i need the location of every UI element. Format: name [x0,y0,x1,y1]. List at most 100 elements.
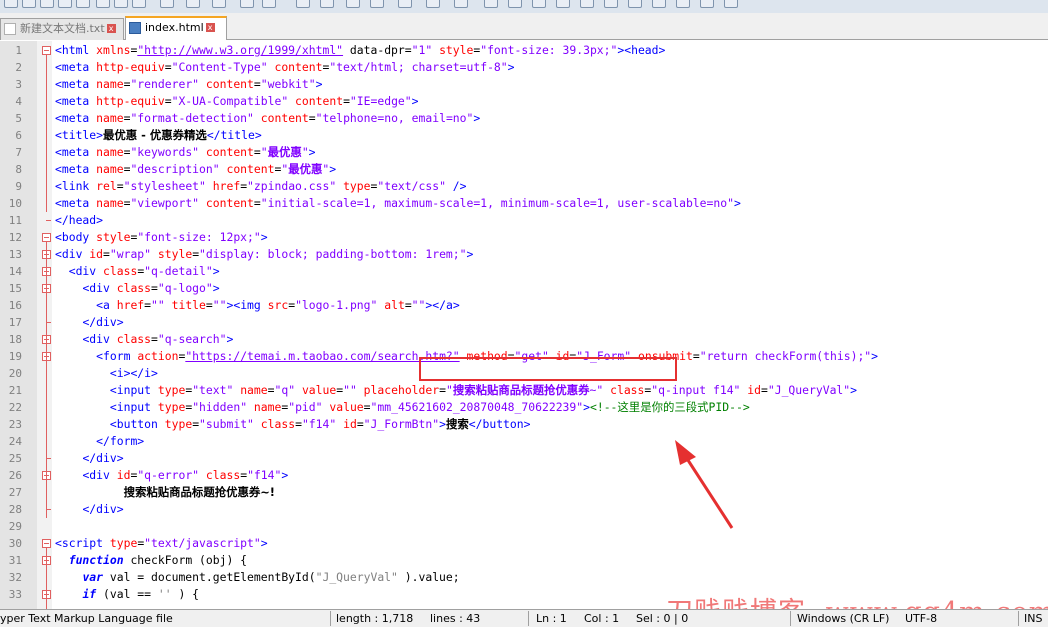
fold-toggle-icon[interactable] [42,46,51,55]
code-token: name [253,400,282,414]
toolbar-button-icon[interactable] [160,0,174,8]
code-token: <div [55,247,90,261]
toolbar-button-icon[interactable] [604,0,618,8]
toolbar-button-icon[interactable] [212,0,226,8]
toolbar-button-icon[interactable] [652,0,666,8]
toolbar-button-icon[interactable] [628,0,642,8]
toolbar-button-icon[interactable] [22,0,36,8]
code-token: = [343,94,350,108]
code-token: <input [109,383,158,397]
toolbar-button-icon[interactable] [240,0,254,8]
fold-toggle-icon[interactable] [42,539,51,548]
code-line: <button type="submit" class="f14" id="J_… [55,416,531,433]
toolbar-button-icon[interactable] [96,0,110,8]
status-file-type: yper Text Markup Language file [0,612,173,625]
status-eol: Windows (CR LF) [797,612,890,625]
close-tab-icon[interactable]: x [205,23,215,32]
code-token: <script [55,536,110,550]
line-number: 3 [15,78,22,91]
line-number: 21 [8,384,22,397]
toolbar-button-icon[interactable] [580,0,594,8]
toolbar-button-icon[interactable] [724,0,738,8]
code-token: "f14" [301,417,337,431]
code-token: type [157,400,186,414]
code-token: name [96,111,124,125]
toolbar-button-icon[interactable] [4,0,18,8]
fold-toggle-icon[interactable] [42,233,51,242]
code-token: = [151,332,158,346]
code-line: function checkForm (obj) { [55,552,247,569]
code-token: id [116,468,131,482]
code-token: > [308,145,316,159]
code-token: "description" [130,162,220,176]
code-token: = [692,349,700,363]
code-token: </head> [55,213,104,227]
toolbar-button-icon[interactable] [76,0,90,8]
tab-label: 新建文本文档.txt [20,22,105,35]
code-token: style [439,43,474,57]
status-ln: Ln : 1 [536,612,567,625]
code-token: = [363,400,371,414]
line-number: 9 [15,180,22,193]
tab-index-html[interactable]: index.html x [125,16,227,40]
code-token: "zpindao.css" [247,179,337,193]
code-token: 搜索 [445,417,469,431]
code-token: "" [151,298,165,312]
line-number: 25 [8,452,22,465]
close-tab-icon[interactable]: x [106,24,116,33]
toolbar-button-icon[interactable] [262,0,276,8]
toolbar-button-icon[interactable] [40,0,54,8]
code-line: <meta http-equiv="X-UA-Compatible" conte… [55,93,419,110]
toolbar-button-icon[interactable] [114,0,128,8]
toolbar-button-icon[interactable] [320,0,334,8]
toolbar-button-icon[interactable] [398,0,412,8]
toolbar-button-icon[interactable] [532,0,546,8]
code-token: </div> [82,451,124,465]
code-line: </div> [55,501,123,518]
code-line: <div class="q-search"> [55,331,233,348]
toolbar-button-icon[interactable] [484,0,498,8]
toolbar-button-icon[interactable] [346,0,360,8]
toolbar-button-icon[interactable] [676,0,690,8]
toolbar-button-icon[interactable] [132,0,146,8]
code-token: id [89,247,104,261]
code-token: = [356,417,364,431]
code-token: "q-search" [157,332,227,346]
line-number: 31 [8,554,22,567]
code-token: "X-UA-Compatible" [171,94,289,108]
code-editor[interactable]: 1 <html xmlns="http://www.w3.org/1999/xht… [0,41,1048,609]
code-token: = [205,298,213,312]
toolbar-button-icon[interactable] [508,0,522,8]
code-line: <a href="" title=""><img src="logo-1.png… [55,297,460,314]
toolbar-button-icon[interactable] [426,0,440,8]
tab-new-text-document[interactable]: 新建文本文档.txt x [0,18,124,40]
toolbar-button-icon[interactable] [58,0,72,8]
tab-bar: 新建文本文档.txt x index.html x [0,13,1048,40]
code-token: "q" [274,383,296,397]
code-token: "font-size: 12px;" [137,230,261,244]
toolbar-button-icon[interactable] [700,0,714,8]
toolbar-button-icon[interactable] [370,0,384,8]
code-line: <meta name="description" content="最优惠"> [55,161,336,178]
code-line: <div id="q-error" class="f14"> [55,467,288,484]
code-token: > [583,400,590,414]
toolbar-button-icon[interactable] [296,0,310,8]
code-token: content [274,60,323,74]
toolbar-button-icon[interactable] [556,0,570,8]
status-col: Col : 1 [584,612,620,625]
toolbar-button-icon[interactable] [186,0,200,8]
code-token: > [226,332,234,346]
toolbar-button-icon[interactable] [454,0,468,8]
code-token: " [445,383,453,397]
line-number: 30 [8,537,22,550]
code-token: "text" [192,383,234,397]
code-token: 最优惠 - 优惠券精选 [103,128,207,142]
line-number: 15 [8,282,22,295]
code-token: class [116,281,152,295]
